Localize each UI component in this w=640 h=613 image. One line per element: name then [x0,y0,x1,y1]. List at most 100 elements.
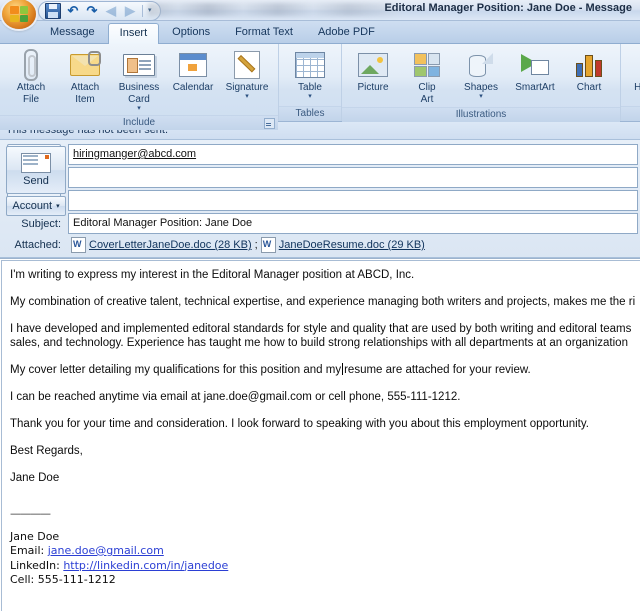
shapes-icon [469,49,493,81]
signature-spacer [10,522,640,530]
attachment-item-2[interactable]: JaneDoeResume.doc (29 KB) [279,239,425,251]
previous-item-icon[interactable]: ◀ [104,4,118,18]
chevron-down-icon[interactable]: ▾ [137,105,141,113]
send-button[interactable]: Send [6,146,66,194]
chart-label: Chart [576,82,602,93]
ribbon-group-tables: Table ▾ Tables [278,44,341,121]
shapes-button[interactable]: Shapes ▾ [454,47,508,103]
group-label-include: Include [0,115,278,130]
ribbon: Attach File Attach Item Business Card ▾ … [0,44,640,130]
picture-label: Picture [357,82,389,93]
send-envelope-icon [21,153,51,173]
send-button-label: Send [23,175,49,187]
group-label-links: Links [621,106,640,121]
body-paragraph-4: I can be reached anytime via email at ja… [10,391,461,403]
message-body-text[interactable]: I'm writing to express my interest in th… [10,268,640,588]
group-label-include-text: Include [122,117,156,128]
ribbon-tab-strip: Message Insert Options Format Text Adobe… [0,21,640,44]
redo-icon[interactable]: ↷ [85,4,99,18]
to-row: To... hiringmanger@abcd.com [0,144,640,165]
attach-file-button[interactable]: Attach File [4,47,58,107]
toolbar-divider [142,5,143,17]
picture-icon [358,49,388,81]
calendar-icon [179,49,207,81]
ribbon-group-illustrations: Picture Clip Art Shapes ▾ SmartArt Chart… [341,44,620,122]
business-card-label-2: Card [128,94,150,105]
attachment-item-1[interactable]: CoverLetterJaneDoe.doc (28 KB) [89,239,252,251]
email-signature: ———— Jane Doe Email: jane.doe@gmail.com … [10,507,640,588]
bcc-row: Bcc... [0,190,640,211]
body-paragraph-1: I'm writing to express my interest in th… [10,269,415,281]
tab-options[interactable]: Options [160,22,222,43]
office-button-icon[interactable] [2,0,36,29]
group-label-illustrations: Illustrations [342,107,620,122]
chevron-down-icon[interactable]: ▾ [308,93,312,101]
message-body-area[interactable]: I'm writing to express my interest in th… [0,258,640,611]
next-item-icon[interactable]: ▶ [123,4,137,18]
attach-item-label-2: Item [75,94,95,105]
body-paragraph-2: My combination of creative talent, techn… [10,296,636,308]
word-document-icon [71,237,86,253]
cursor-text-before: My cover letter detailing my qualificati… [10,364,342,376]
paperclip-icon [24,49,38,81]
chart-button[interactable]: Chart [562,47,616,95]
cursor-text-after: resume are attached for your review. [344,364,531,376]
signature-email-link[interactable]: jane.doe@gmail.com [48,544,164,557]
tab-insert[interactable]: Insert [107,23,160,44]
subject-row: Subject: Editoral Manager Position: Jane… [0,213,640,234]
office-logo-icon [10,6,28,22]
body-paragraph-5: Thank you for your time and consideratio… [10,418,589,430]
signature-icon [234,49,260,81]
body-paragraph-3: I have developed and implemented editora… [10,323,632,349]
chart-icon [576,49,602,81]
cc-row: Cc... [0,167,640,188]
attach-file-label-1: Attach [16,82,46,93]
calendar-label: Calendar [172,82,214,93]
group-label-tables: Tables [279,106,341,121]
clip-art-button[interactable]: Clip Art [400,47,454,107]
save-icon[interactable] [45,3,61,19]
tab-format-text[interactable]: Format Text [223,22,305,43]
attachment-list[interactable]: CoverLetterJaneDoe.doc (28 KB) ; JaneDoe… [68,236,638,254]
signature-divider: ———— [10,507,51,520]
include-dialog-launcher-icon[interactable] [264,118,275,129]
subject-input[interactable]: Editoral Manager Position: Jane Doe [68,213,638,234]
text-cursor [342,363,344,375]
body-paragraph-7: Jane Doe [10,472,60,484]
ribbon-group-links: Hyperlink Bookmark Links [620,44,640,121]
signature-cell-row: Cell: 555-111-1212 [10,573,640,588]
to-input[interactable]: hiringmanger@abcd.com [68,144,638,165]
clip-art-label-1: Clip [418,82,436,93]
tab-message[interactable]: Message [38,22,107,43]
quick-access-toolbar: ↶ ↷ ◀ ▶ ▾ [38,1,161,21]
hyperlink-label: Hyperlink [634,82,640,93]
chevron-down-icon[interactable]: ▾ [479,93,483,101]
calendar-button[interactable]: Calendar [166,47,220,95]
business-card-label-1: Business [118,82,160,93]
table-button[interactable]: Table ▾ [283,47,337,103]
tab-adobe-pdf[interactable]: Adobe PDF [306,22,387,43]
subject-label: Subject: [21,217,61,230]
cc-input[interactable] [68,167,638,188]
attach-item-icon [70,49,101,81]
smartart-button[interactable]: SmartArt [508,47,562,95]
account-button[interactable]: Account ▾ [6,196,66,216]
signature-label: Signature [225,82,269,93]
picture-button[interactable]: Picture [346,47,400,95]
undo-icon[interactable]: ↶ [66,4,80,18]
attach-item-label-1: Attach [70,82,100,93]
signature-cell-label: Cell: [10,573,35,586]
signature-cell-value: 555-111-1212 [37,573,116,586]
table-label: Table [298,82,322,93]
hyperlink-button[interactable]: Hyperlink [625,47,640,95]
window-title: Editoral Manager Position: Jane Doe - Me… [384,2,632,14]
attach-item-button[interactable]: Attach Item [58,47,112,107]
chevron-down-icon[interactable]: ▾ [245,93,249,101]
signature-button[interactable]: Signature ▾ [220,47,274,103]
body-paragraph-cursor: My cover letter detailing my qualificati… [10,363,640,377]
business-card-button[interactable]: Business Card ▾ [112,47,166,115]
attachment-separator: ; [254,239,258,251]
bcc-input[interactable] [68,190,638,211]
account-button-label: Account [12,200,53,212]
signature-linkedin-link[interactable]: http://linkedin.com/in/janedoe [63,559,228,572]
